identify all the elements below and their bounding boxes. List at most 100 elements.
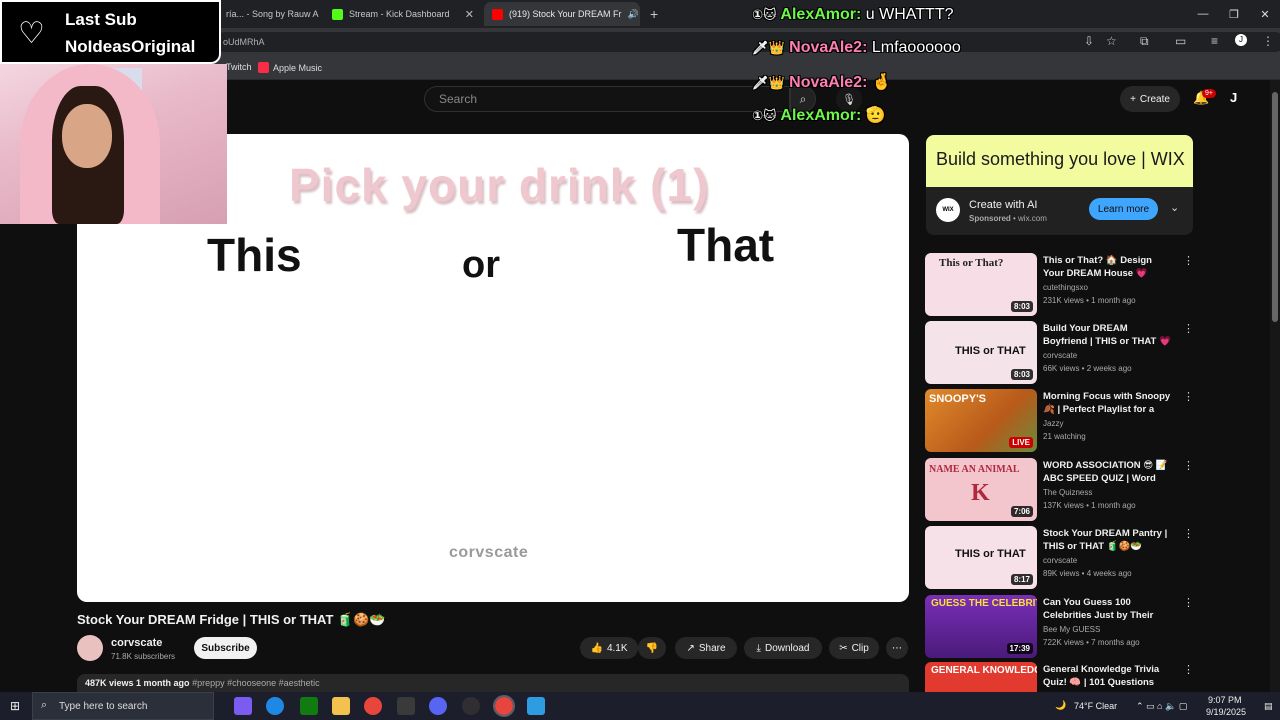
sponsored-ad[interactable]: Build something you love | WIX WIX Creat… — [926, 135, 1193, 235]
search-input[interactable]: Search — [424, 86, 790, 112]
cast-icon[interactable]: ▭ — [1175, 34, 1186, 48]
speaker-icon[interactable]: 🔊 — [628, 9, 639, 20]
recommended-video[interactable]: GUESS THE CELEBRITY 17:39 Can You Guess … — [925, 595, 1194, 659]
duration-badge: 7:06 — [1010, 506, 1033, 517]
recommended-video[interactable]: NAME AN ANIMAL K 7:06 WORD ASSOCIATION 😎… — [925, 458, 1194, 522]
search-icon: ⌕ — [41, 699, 48, 711]
webcam-feed — [0, 64, 227, 224]
chat-message: ①🐱 AlexAmor: u WHATTT? — [752, 6, 953, 24]
chat-message: 🗡👑 NovaAle2: Lmfaoooooo — [752, 39, 961, 57]
windows-start-icon[interactable]: ⊞ — [10, 699, 20, 713]
tab-song[interactable]: ría... - Song by Rauw A ✕ — [218, 2, 320, 26]
obs-icon[interactable] — [462, 697, 480, 715]
video-thumbnail[interactable]: THIS or THAT 8:03 — [925, 321, 1037, 384]
video-thumbnail[interactable]: NAME AN ANIMAL K 7:06 — [925, 458, 1037, 521]
create-button[interactable]: + Create — [1120, 86, 1180, 112]
channel-name: cutethingsxo — [1043, 283, 1088, 292]
video-thumbnail[interactable]: GUESS THE CELEBRITY 17:39 — [925, 595, 1037, 658]
store-icon[interactable] — [397, 697, 415, 715]
video-thumbnail[interactable]: SNOOPY'S LIVE — [925, 389, 1037, 452]
recommended-video[interactable]: GENERAL KNOWLEDGE General Knowledge Triv… — [925, 662, 1193, 692]
more-vertical-icon[interactable]: ⋮ — [1183, 596, 1194, 609]
install-icon[interactable]: ⇩ — [1084, 34, 1094, 48]
video-title: Stock Your DREAM Pantry | THIS or THAT 🧃… — [1043, 528, 1168, 552]
extensions-icon[interactable]: ⧉ — [1140, 34, 1149, 49]
url-field[interactable]: oUdMRhA — [215, 32, 1280, 52]
last-sub-widget: ♡ Last Sub NoIdeasOriginal — [0, 0, 221, 64]
chevron-down-icon[interactable]: ⌄ — [1170, 201, 1179, 214]
ad-banner[interactable]: Build something you love | WIX — [926, 135, 1193, 187]
xbox-icon[interactable] — [300, 697, 318, 715]
recommended-video[interactable]: SNOOPY'S LIVE Morning Focus with Snoopy … — [925, 389, 1194, 453]
thumbs-up-icon: 👍 — [590, 642, 603, 654]
bookmark-twitch[interactable]: Twitch — [226, 62, 252, 72]
window-close-icon[interactable]: ✕ — [1248, 0, 1280, 28]
video-thumbnail[interactable]: THIS or THAT 8:17 — [925, 526, 1037, 589]
hashtags[interactable]: #preppy #chooseone #aesthetic — [192, 678, 320, 688]
weather-text[interactable]: 74°F Clear — [1074, 701, 1117, 711]
download-button[interactable]: ⤓ Download — [744, 637, 822, 659]
channel-avatar[interactable] — [77, 635, 103, 661]
more-vertical-icon[interactable]: ⋮ — [1183, 322, 1194, 335]
url-text: oUdMRhA — [223, 37, 265, 47]
close-icon[interactable]: ✕ — [465, 8, 474, 21]
plus-icon: + — [1130, 93, 1136, 105]
video-thumbnail[interactable]: GENERAL KNOWLEDGE — [925, 662, 1037, 692]
recommended-video[interactable]: THIS or THAT 8:03 Build Your DREAM Boyfr… — [925, 321, 1194, 385]
recommended-video[interactable]: This or That? 8:03 This or That? 🏠 Desig… — [925, 253, 1194, 317]
description-box[interactable]: 487K views 1 month ago #preppy #chooseon… — [77, 674, 909, 692]
notification-icon[interactable]: ▤ — [1264, 701, 1273, 712]
chat-user: AlexAmor: — [780, 107, 862, 124]
file-explorer-icon[interactable] — [332, 697, 350, 715]
tab-kick-dashboard[interactable]: Stream - Kick Dashboard ✕ — [324, 2, 482, 26]
chat-text: 🫡 — [865, 107, 886, 124]
chat-message: ①🐱 AlexAmor: 🫡 — [752, 105, 886, 125]
discord-icon[interactable] — [429, 697, 447, 715]
like-button[interactable]: 👍 4.1K — [580, 637, 638, 659]
sword-crown-badge-icon: 🗡👑 — [752, 40, 785, 55]
more-vertical-icon[interactable]: ⋮ — [1183, 459, 1194, 472]
learn-more-button[interactable]: Learn more — [1089, 198, 1158, 220]
tab-youtube[interactable]: (919) Stock Your DREAM Fr 🔊 ✕ — [484, 2, 640, 26]
maximize-icon[interactable]: ❐ — [1217, 0, 1251, 28]
clip-button[interactable]: ✂ Clip — [829, 637, 879, 659]
profile-icon[interactable]: J — [1235, 34, 1247, 46]
more-vertical-icon[interactable]: ⋮ — [1183, 390, 1194, 403]
page-scrollbar[interactable] — [1270, 80, 1280, 692]
channel-name[interactable]: corvscate — [111, 637, 162, 649]
dislike-button[interactable]: 👎 — [638, 637, 666, 659]
recommended-video[interactable]: THIS or THAT 8:17 Stock Your DREAM Pantr… — [925, 526, 1194, 590]
video-thumbnail[interactable]: This or That? 8:03 — [925, 253, 1037, 316]
reading-list-icon[interactable]: ≡ — [1211, 34, 1218, 48]
more-vertical-icon[interactable]: ⋮ — [1183, 663, 1193, 676]
channel-name: corvscate — [1043, 351, 1078, 360]
video-left-word: This — [207, 229, 302, 281]
last-sub-user: NoIdeasOriginal — [65, 37, 196, 56]
minimize-icon[interactable]: — — [1186, 0, 1220, 28]
share-button[interactable]: ↗ Share — [675, 637, 737, 659]
bookmark-apple-music[interactable]: Apple Music — [258, 62, 322, 73]
account-avatar[interactable]: J — [1230, 90, 1237, 105]
tray-icons[interactable]: ⌃ ▭ ⌂ 🔈 ▢ — [1136, 701, 1187, 712]
kick-icon — [332, 8, 343, 20]
more-vertical-icon[interactable]: ⋮ — [1183, 254, 1194, 267]
taskbar-search-input[interactable]: ⌕ Type here to search — [32, 692, 214, 720]
chat-user: AlexAmor: — [780, 6, 862, 23]
video-meta: 722K views • 7 months ago — [1043, 638, 1140, 647]
subscribe-button[interactable]: Subscribe — [194, 637, 257, 659]
bookmark-star-icon[interactable]: ☆ — [1106, 34, 1117, 48]
scissors-icon: ✂ — [839, 642, 848, 654]
copilot-icon[interactable] — [234, 697, 252, 715]
scroll-thumb[interactable] — [1272, 92, 1278, 322]
clock-date[interactable]: 9/19/2025 — [1206, 707, 1246, 717]
chrome-active-icon[interactable] — [493, 695, 515, 717]
edge-icon[interactable] — [266, 697, 284, 715]
menu-icon[interactable]: ⋮ — [1262, 34, 1274, 48]
search-placeholder: Search — [439, 92, 478, 106]
more-actions-button[interactable]: ⋯ — [886, 637, 908, 659]
more-vertical-icon[interactable]: ⋮ — [1183, 527, 1194, 540]
chrome-icon[interactable] — [364, 697, 382, 715]
clock-time[interactable]: 9:07 PM — [1208, 695, 1242, 705]
new-tab-button[interactable]: + — [642, 2, 662, 26]
streaming-app-icon[interactable] — [527, 697, 545, 715]
